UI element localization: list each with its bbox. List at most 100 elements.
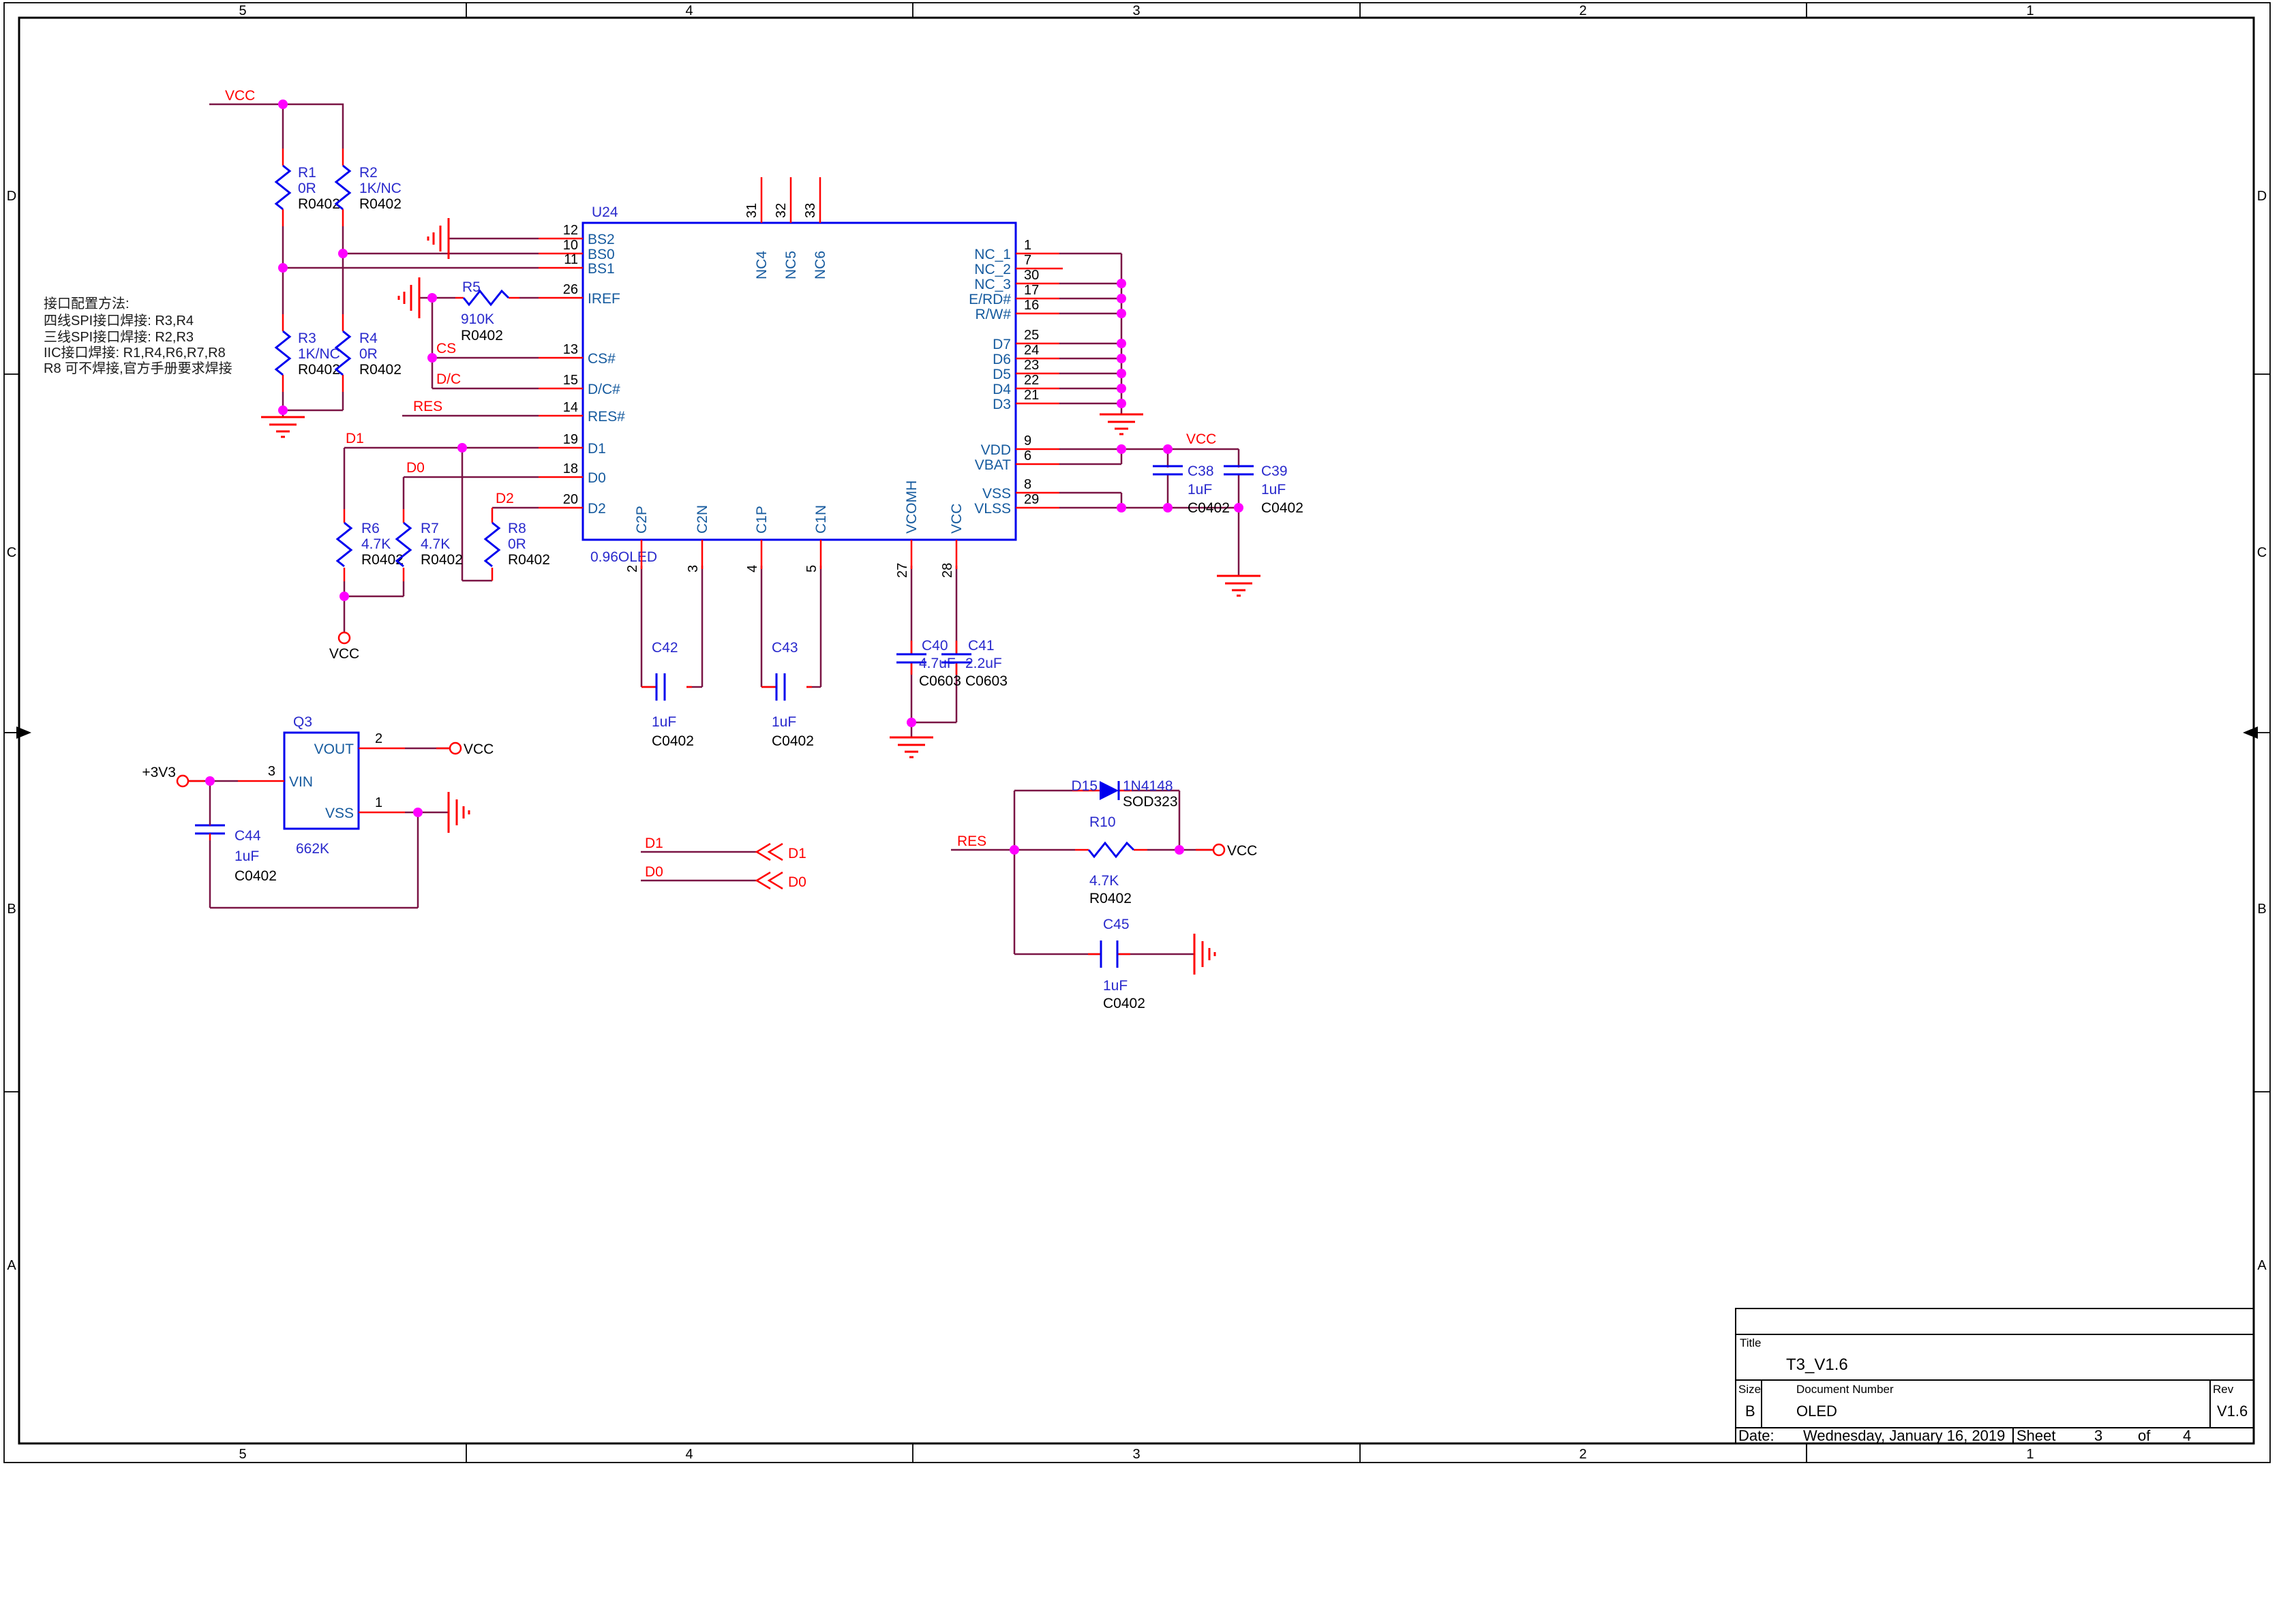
zone-row-right-b: B: [2257, 902, 2266, 917]
vcc-port-icon: [339, 632, 350, 643]
doc-number-label: Document Number: [1796, 1383, 1894, 1396]
left-center-arrow: [4, 726, 31, 739]
net-label-d2: D2: [496, 491, 514, 506]
pin-number: 2: [625, 565, 640, 572]
resistor-r1: R1 0R R0402: [276, 165, 340, 212]
value: 1N4148: [1123, 778, 1173, 794]
zone-row-left-b: B: [7, 902, 16, 917]
doc-number-value: OLED: [1796, 1403, 1837, 1420]
pin-name: D/C#: [588, 382, 620, 397]
note-line: 接口配置方法:: [44, 296, 130, 311]
pin-number: 7: [1024, 253, 1031, 268]
pin-number: 16: [1024, 298, 1039, 313]
offpage-label-d0: D0: [788, 874, 806, 890]
note-line: 四线SPI接口焊接: R3,R4: [44, 313, 194, 328]
gnd-icon: [1194, 934, 1215, 975]
resistor-r8: R8 0R R0402: [485, 521, 550, 568]
date-label: Date:: [1738, 1427, 1774, 1444]
capacitor-c43: C43 1uF C0402: [772, 640, 814, 749]
pin-name: BS0: [588, 247, 615, 262]
vcc-port-icon: [450, 743, 461, 754]
net-label-res: RES: [413, 399, 442, 414]
net-label-d0: D0: [406, 460, 425, 476]
resistor-r3: R3 1K/NC R0402: [276, 331, 340, 378]
interface-config-notes: 接口配置方法: 四线SPI接口焊接: R3,R4 三线SPI接口焊接: R2,R…: [44, 296, 232, 376]
pin-name: D2: [588, 501, 606, 517]
size-label: Size: [1738, 1383, 1761, 1396]
pin-name: BS1: [588, 261, 615, 277]
offpage-connectors: D1 D0: [757, 844, 806, 890]
value: 1uF: [1103, 978, 1128, 994]
zone-row-right-d: D: [2257, 189, 2267, 204]
3v3-port-icon: [177, 776, 188, 786]
resistor-r5: R5 910K R0402: [461, 279, 509, 343]
pin-name: NC6: [813, 251, 828, 279]
pin-number: 3: [686, 565, 701, 572]
pin-number: 28: [940, 563, 955, 578]
value: 1uF: [652, 714, 676, 730]
pin-name: VCOMH: [904, 480, 920, 534]
capacitor-c42: C42 1uF C0402: [652, 640, 694, 749]
title-value: T3_V1.6: [1786, 1356, 1848, 1374]
vcc-port-icon: [1213, 844, 1224, 855]
refdes: C40: [922, 638, 948, 654]
pin-name: NC_1: [974, 247, 1011, 262]
pin-name: NC4: [754, 251, 770, 279]
refdes: Q3: [293, 714, 312, 730]
footprint: C0402: [772, 733, 814, 749]
footprint: C0402: [235, 868, 277, 884]
pin-number: 1: [375, 795, 382, 810]
refdes: R2: [359, 165, 378, 181]
value: 1uF: [1261, 482, 1286, 498]
pin-name: NC5: [783, 251, 799, 279]
zone-col-bottom-1: 1: [2026, 1447, 2034, 1462]
footprint: R0402: [298, 196, 340, 212]
pin-number: 20: [563, 492, 578, 507]
pin-name: VCC: [949, 504, 965, 534]
pin-name: BS2: [588, 232, 615, 247]
net-wires: [188, 104, 1239, 954]
refdes: R6: [361, 521, 380, 536]
zone-row-left-d: D: [7, 189, 16, 204]
footprint: R0402: [461, 328, 503, 343]
footprint: C0603: [965, 673, 1008, 689]
refdes: C41: [968, 638, 995, 654]
pin-number: 13: [563, 342, 578, 357]
zone-col-bottom-5: 5: [239, 1447, 246, 1462]
pin-name: C1P: [754, 506, 770, 534]
net-label-cs: CS: [436, 341, 456, 356]
footprint: R0402: [359, 196, 402, 212]
pin-number: 2: [375, 731, 382, 746]
pin-name: R/W#: [976, 307, 1012, 322]
value: 4.7K: [361, 536, 391, 552]
date-value: Wednesday, January 16, 2019: [1803, 1427, 2005, 1444]
offpage-arrow-icon: [757, 844, 783, 860]
value: 1K/NC: [359, 181, 402, 196]
footprint: R0402: [1089, 891, 1132, 906]
net-label-dc: D/C: [436, 371, 461, 387]
pin-number: 5: [804, 565, 819, 572]
pin-number: 9: [1024, 433, 1031, 448]
refdes: C45: [1103, 917, 1130, 932]
pin-name: RES#: [588, 409, 625, 425]
zone-col-bottom-2: 2: [1579, 1447, 1586, 1462]
refdes: R5: [462, 279, 481, 295]
refdes: D15: [1071, 778, 1098, 794]
pin-number: 11: [564, 252, 578, 267]
pin-name: C2P: [634, 506, 650, 534]
pin-name: E/RD#: [969, 292, 1011, 307]
sheet-of-label: of: [2138, 1427, 2151, 1444]
footprint: C0402: [1261, 500, 1303, 516]
footprint: R0402: [508, 552, 550, 568]
zone-col-top-2: 2: [1579, 3, 1586, 18]
pin-name: D6: [993, 352, 1011, 367]
footprint: C0603: [919, 673, 961, 689]
3v3-port-label: +3V3: [142, 765, 176, 780]
pin-name: NC_3: [974, 277, 1011, 292]
pin-number: 17: [1024, 283, 1039, 298]
zone-col-top-5: 5: [239, 3, 246, 18]
refdes: R1: [298, 165, 316, 181]
refdes: R4: [359, 331, 378, 346]
pin-number: 18: [563, 461, 578, 476]
value: 4.7K: [421, 536, 450, 552]
